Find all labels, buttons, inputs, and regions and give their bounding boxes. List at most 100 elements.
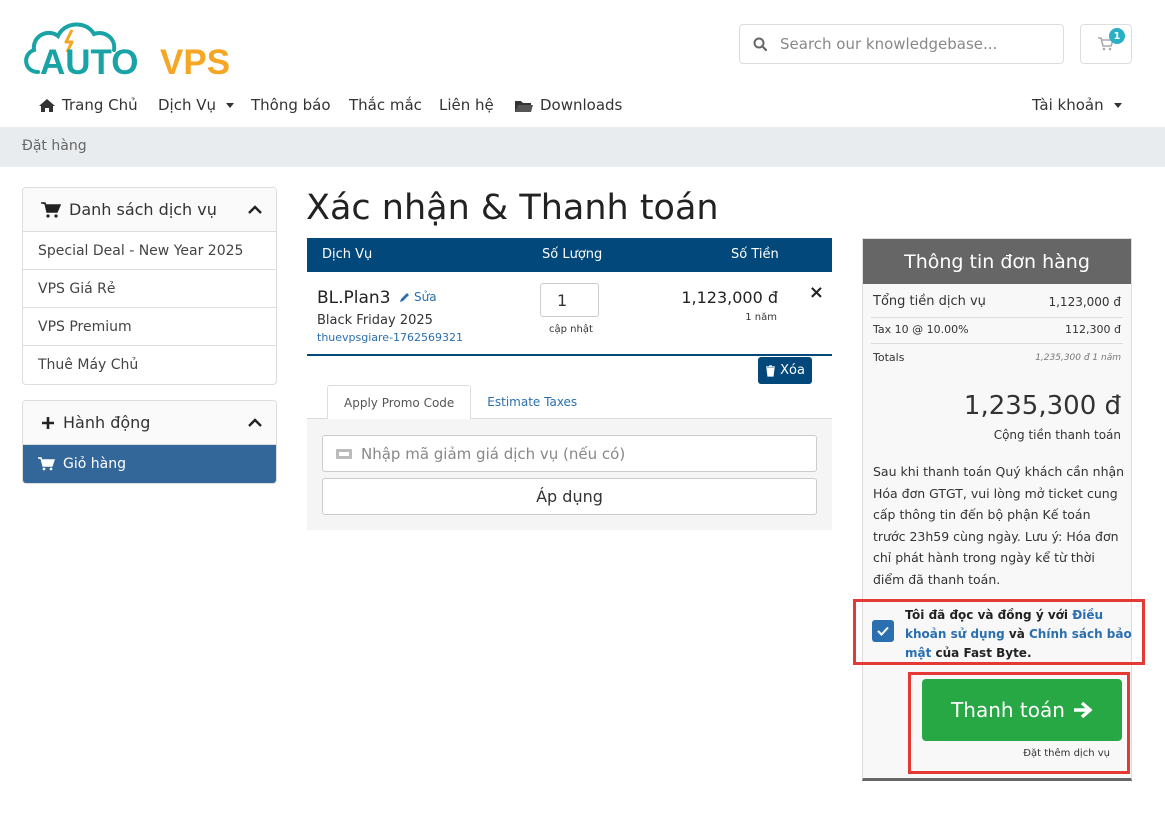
tax-value: 112,300 đ xyxy=(1065,323,1121,336)
cart-table: Dịch Vụ Số Lượng Số Tiền BL.Plan3 Sửa Bl… xyxy=(307,238,832,356)
sidebar-item-label: Special Deal - New Year 2025 xyxy=(38,242,244,259)
tax-row: Tax 10 @ 10.00% 112,300 đ xyxy=(863,323,1131,336)
arrow-right-icon xyxy=(1073,701,1093,719)
check-icon xyxy=(877,626,889,636)
nav-home-label: Trang Chủ xyxy=(62,96,138,114)
edit-label: Sửa xyxy=(414,290,437,304)
col-qty: Số Lượng xyxy=(542,247,603,262)
promo-placeholder: Nhập mã giảm giá dịch vụ (nếu có) xyxy=(361,444,626,463)
qty-value: 1 xyxy=(557,290,568,310)
update-qty-link[interactable]: cập nhật xyxy=(549,324,593,335)
totals-value: 1,235,300 đ 1 năm xyxy=(1035,352,1121,363)
item-name: BL.Plan3 xyxy=(317,288,391,308)
checkout-label: Thanh toán xyxy=(951,698,1065,722)
chevron-down-icon xyxy=(1113,102,1122,108)
nav-account-label: Tài khoản xyxy=(1032,96,1104,114)
empty-cart-button[interactable]: Xóa xyxy=(758,357,812,384)
promo-code-input[interactable]: Nhập mã giảm giá dịch vụ (nếu có) xyxy=(322,435,817,472)
tab-label: Estimate Taxes xyxy=(487,395,578,409)
sidebar-item-label: Thuê Máy Chủ xyxy=(38,357,139,373)
sidebar-item-special-deal[interactable]: Special Deal - New Year 2025 xyxy=(23,232,276,270)
tab-apply-promo[interactable]: Apply Promo Code xyxy=(327,385,472,419)
tab-estimate-taxes[interactable]: Estimate Taxes xyxy=(471,385,593,419)
logo-vps-text: VPS xyxy=(160,43,230,78)
sidebar-item-label: Giỏ hàng xyxy=(63,456,126,472)
promo-body: Nhập mã giảm giá dịch vụ (nếu có) Áp dụn… xyxy=(307,418,832,530)
quantity-input[interactable]: 1 xyxy=(540,283,599,317)
apply-promo-button[interactable]: Áp dụng xyxy=(322,478,817,515)
summary-title-text: Thông tin đơn hàng xyxy=(904,250,1090,273)
subtotal-label: Tổng tiền dịch vụ xyxy=(873,294,986,309)
edit-item-link[interactable]: Sửa xyxy=(399,290,437,304)
autovps-logo[interactable]: AUTO VPS xyxy=(20,14,240,78)
search-input[interactable] xyxy=(780,35,1050,53)
col-price: Số Tiền xyxy=(731,247,779,262)
invoice-note: Sau khi thanh toán Quý khách cần nhận Hó… xyxy=(873,464,1125,587)
cart-count-badge: 1 xyxy=(1109,28,1125,44)
promo-section: Nhập mã giảm giá dịch vụ (nếu có) Áp dụn… xyxy=(307,385,832,530)
actions-title: Hành động xyxy=(63,413,151,432)
cart-icon xyxy=(41,201,61,218)
agree-suffix: của Fast Byte. xyxy=(931,646,1032,660)
totals-row: Totals 1,235,300 đ 1 năm xyxy=(863,351,1131,364)
item-hostname: thuevpsgiare-1762569321 xyxy=(317,331,464,344)
agree-and: và xyxy=(1004,627,1029,641)
sidebar-item-cart[interactable]: Giỏ hàng xyxy=(23,445,276,483)
item-group: Black Friday 2025 xyxy=(317,313,433,328)
checkout-area: Thanh toán Đặt thêm dịch vụ xyxy=(908,672,1130,774)
chevron-up-icon[interactable] xyxy=(248,204,262,215)
trash-icon xyxy=(766,364,776,377)
col-service: Dịch Vụ xyxy=(322,247,373,262)
terms-agreement: Tôi đã đọc và đồng ý với Điều khoản sử d… xyxy=(853,599,1145,665)
actions-panel: Hành động Giỏ hàng xyxy=(22,400,277,484)
apply-label: Áp dụng xyxy=(536,487,603,506)
categories-title: Danh sách dịch vụ xyxy=(69,200,217,219)
nav-announcements-label: Thông báo xyxy=(251,96,331,114)
nav-faq[interactable]: Thắc mắc xyxy=(349,96,422,114)
actions-panel-header[interactable]: Hành động xyxy=(23,401,276,445)
nav-home[interactable]: Trang Chủ xyxy=(38,96,138,114)
remove-item-icon[interactable]: × xyxy=(809,282,824,303)
tab-label: Apply Promo Code xyxy=(344,395,455,410)
agree-prefix: Tôi đã đọc và đồng ý với xyxy=(905,608,1073,622)
breadcrumb-current: Đặt hàng xyxy=(22,138,87,154)
ticket-icon xyxy=(336,448,352,459)
continue-shopping-link[interactable]: Đặt thêm dịch vụ xyxy=(1023,748,1110,759)
sidebar-item-label: VPS Premium xyxy=(38,318,132,335)
cart-table-header: Dịch Vụ Số Lượng Số Tiền xyxy=(307,238,832,272)
sidebar-item-thue-may-chu[interactable]: Thuê Máy Chủ xyxy=(23,346,276,384)
chevron-down-icon xyxy=(226,102,235,108)
page-title: Xác nhận & Thanh toán xyxy=(306,188,719,228)
categories-panel-header[interactable]: Danh sách dịch vụ xyxy=(23,188,276,232)
nav-faq-label: Thắc mắc xyxy=(349,96,422,114)
nav-contact[interactable]: Liên hệ xyxy=(439,96,494,114)
knowledgebase-search[interactable] xyxy=(739,24,1064,64)
plus-icon xyxy=(42,416,54,429)
sidebar-item-vps-premium[interactable]: VPS Premium xyxy=(23,308,276,346)
logo-auto-text: AUTO xyxy=(40,43,139,78)
accept-terms-checkbox[interactable] xyxy=(872,620,894,642)
item-price: 1,123,000 đ xyxy=(681,288,778,307)
pencil-icon xyxy=(400,293,409,302)
home-icon xyxy=(39,98,55,112)
breadcrumb: Đặt hàng xyxy=(0,127,1165,167)
nav-downloads[interactable]: Downloads xyxy=(514,96,622,114)
empty-cart-label: Xóa xyxy=(780,363,805,378)
nav-services[interactable]: Dịch Vụ xyxy=(158,96,235,114)
checkout-button[interactable]: Thanh toán xyxy=(922,679,1122,741)
categories-panel: Danh sách dịch vụ Special Deal - New Yea… xyxy=(22,187,277,385)
chevron-up-icon[interactable] xyxy=(248,417,262,428)
sidebar-item-vps-gia-re[interactable]: VPS Giá Rẻ xyxy=(23,270,276,308)
nav-contact-label: Liên hệ xyxy=(439,96,494,114)
nav-announcements[interactable]: Thông báo xyxy=(251,96,331,114)
order-summary-title: Thông tin đơn hàng xyxy=(863,239,1131,284)
nav-account[interactable]: Tài khoản xyxy=(1032,96,1122,114)
nav-downloads-label: Downloads xyxy=(540,96,623,114)
cart-button[interactable]: 1 xyxy=(1080,24,1132,64)
grand-total: 1,235,300 đ xyxy=(963,391,1121,421)
subtotal-row: Tổng tiền dịch vụ 1,123,000 đ xyxy=(863,294,1131,309)
search-icon xyxy=(740,25,780,63)
terms-text: Tôi đã đọc và đồng ý với Điều khoản sử d… xyxy=(905,606,1137,663)
cart-item-row: BL.Plan3 Sửa Black Friday 2025 thuevpsgi… xyxy=(307,272,832,356)
grand-total-label: Cộng tiền thanh toán xyxy=(993,428,1121,442)
